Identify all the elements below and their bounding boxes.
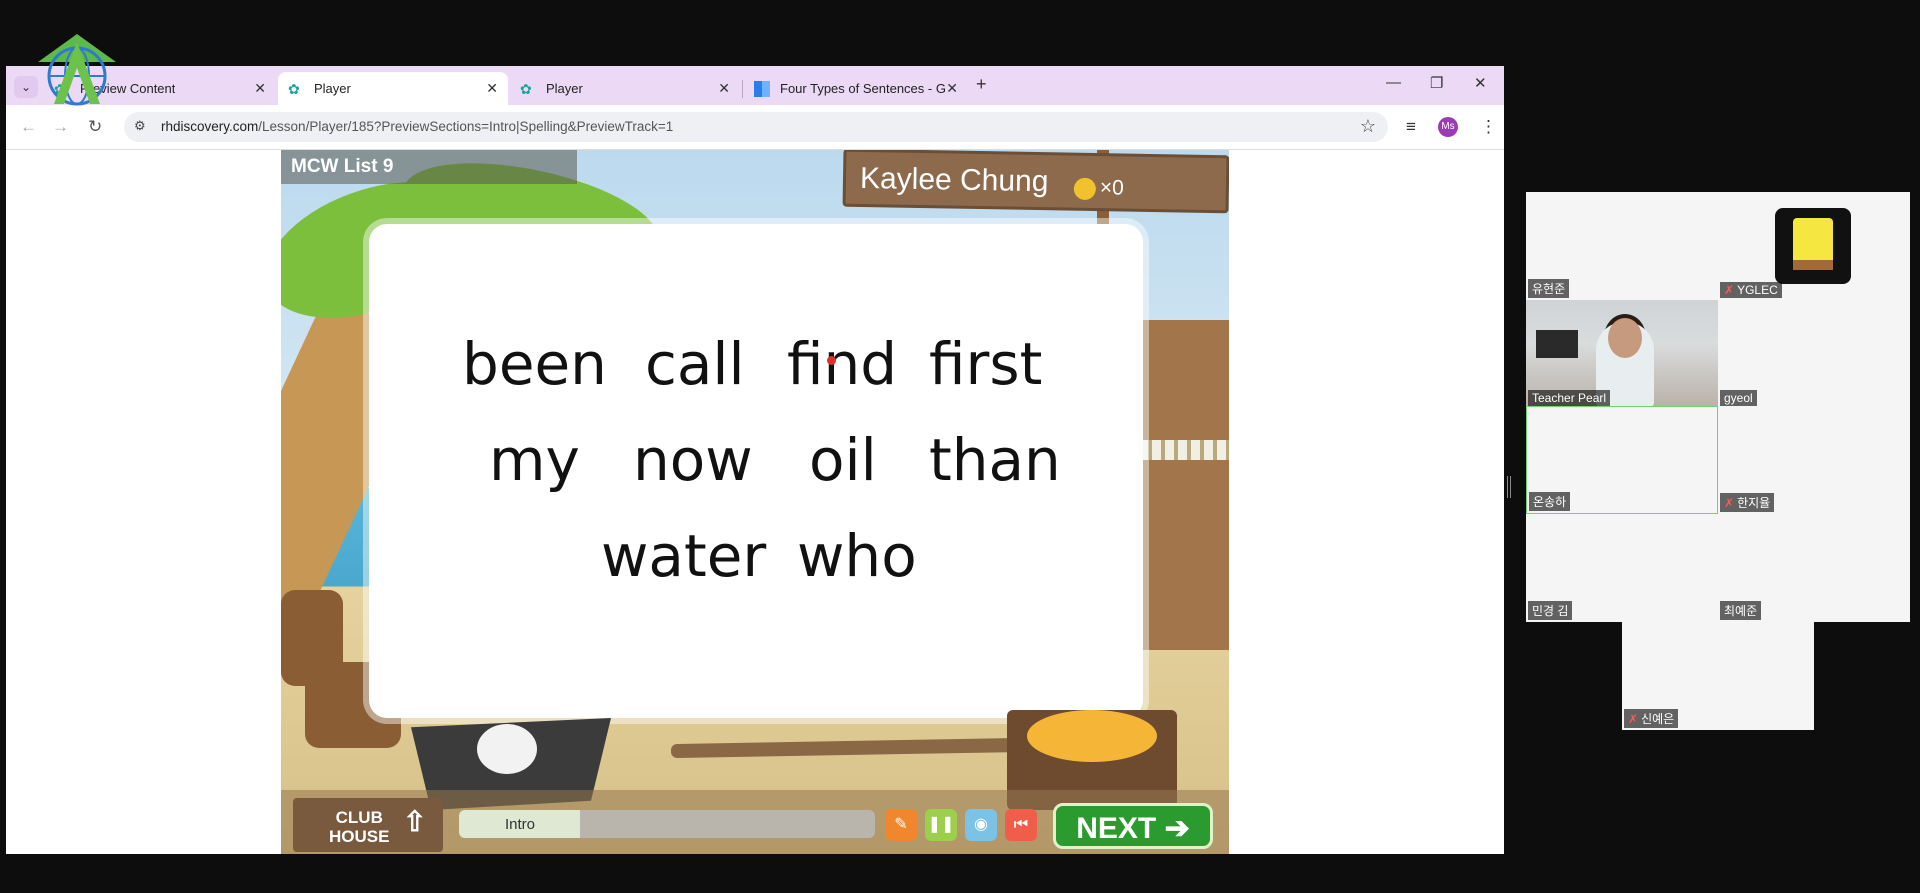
participant-name: 온송하 [1529,492,1571,511]
more-menu-icon[interactable]: ⋮ [1480,117,1497,137]
participant-name: 최예준 [1720,601,1762,620]
clubhouse-button[interactable]: CLUB HOUSE ⇧ [293,798,443,852]
restore-icon[interactable]: ❐ [1430,74,1443,92]
tab-player[interactable]: ✿ Player ✕ [510,72,740,105]
video-tile[interactable]: ✗ 신예은 [1622,622,1814,730]
word-item: my [489,426,580,494]
muted-mic-icon: ✗ [1628,712,1639,726]
video-tile[interactable]: 유현준 [1526,192,1718,300]
word-item: oil [809,426,877,494]
butterfly-icon: ✿ [520,80,532,97]
grid-icon [754,80,770,97]
profile-avatar[interactable]: Ms [1438,117,1458,137]
ship-rail [1139,440,1229,460]
participant-name: ✗ YGLEC [1720,282,1782,298]
tab-strip: ⌄ ✿ Preview Content ✕ ✿ Player ✕ ✿ Playe… [6,66,1504,105]
browser-toolbar: ← → ↻ ⚙ rhdiscovery.com/Lesson/Player/18… [6,105,1504,150]
url-path: /Lesson/Player/185?PreviewSections=Intro… [258,119,674,134]
split-resize-handle[interactable] [1507,476,1511,498]
video-tile-active-speaker[interactable]: 온송하 [1526,406,1718,514]
close-icon[interactable]: ✕ [486,80,498,97]
participant-name: Teacher Pearl [1528,390,1611,406]
word-item: first [929,330,1043,398]
house-arrow-icon: ⇧ [403,806,427,837]
pause-icon[interactable]: ❚❚ [925,809,957,841]
forward-arrow-icon[interactable]: → [52,117,69,137]
participant-name: ✗ 신예은 [1624,709,1679,728]
participant-name: ✗ 한지율 [1720,493,1775,512]
word-item: call [645,330,745,398]
progress-label: Intro [504,816,535,833]
next-label: NEXT [1076,812,1157,845]
coin-icon [1073,177,1097,201]
tab-title: Four Types of Sentences - Grou [780,81,946,96]
site-info-icon[interactable]: ⚙ [134,118,146,134]
tab-four-types-of-sentences[interactable]: Four Types of Sentences - Grou ✕ [744,72,968,105]
video-tile[interactable]: gyeol [1718,300,1910,408]
url-text[interactable]: rhdiscovery.com/Lesson/Player/185?Previe… [161,119,673,134]
tab-title: Player [546,81,583,96]
clubhouse-label: CLUB HOUSE [329,808,390,846]
close-icon[interactable]: ✕ [946,80,958,97]
word-item: who [797,522,917,590]
person-face [1608,318,1642,358]
page-content: MCW List 9 Kaylee Chung ×0 been call fin… [6,150,1504,854]
word-item: water [601,522,767,590]
tv-screen [1536,330,1578,358]
player-name-sign: Kaylee Chung ×0 [842,150,1229,214]
gold-coins [1027,710,1157,762]
butterfly-icon: ✿ [288,80,300,97]
spongebob-avatar [1775,208,1851,284]
media-control-icon[interactable]: ≡ [1406,117,1416,137]
muted-mic-icon: ✗ [1724,283,1735,297]
bookmark-star-icon[interactable]: ☆ [1360,116,1376,137]
video-tile-teacher[interactable]: Teacher Pearl [1526,300,1718,408]
participant-name: 유현준 [1528,279,1570,298]
list-title: MCW List 9 [281,150,577,184]
back-arrow-icon[interactable]: ← [20,117,37,137]
rewind-icon[interactable]: ⏮ [1005,809,1037,841]
audio-icon[interactable]: ◉ [965,809,997,841]
pointer-dot [827,356,836,365]
word-card: been call find first my now oil than wat… [369,224,1143,718]
minimize-icon[interactable]: — [1386,74,1401,91]
video-tile[interactable]: 민경 김 [1526,514,1718,622]
browser-window: ⌄ ✿ Preview Content ✕ ✿ Player ✕ ✿ Playe… [6,66,1504,854]
player-name: Kaylee Chung [859,161,1049,199]
muted-mic-icon: ✗ [1724,496,1735,510]
next-button[interactable]: NEXT ➔ [1053,803,1213,849]
pirate-ship [1139,320,1229,650]
video-tile[interactable]: ✗ 한지율 [1718,406,1910,514]
tab-player-active[interactable]: ✿ Player ✕ [278,72,508,105]
participant-name: gyeol [1720,390,1757,406]
word-item: now [633,426,753,494]
tab-title: Player [314,81,351,96]
video-tile[interactable]: ✗ YGLEC [1718,192,1910,300]
progress-bar[interactable]: Intro [459,810,875,838]
address-bar[interactable]: ⚙ rhdiscovery.com/Lesson/Player/185?Prev… [124,112,1388,142]
skull-icon [477,724,537,774]
window-close-icon[interactable]: ✕ [1474,74,1487,92]
spelling-game: MCW List 9 Kaylee Chung ×0 been call fin… [281,150,1229,854]
word-item: been [462,330,607,398]
coin-count: ×0 [1099,176,1125,200]
participant-name: 민경 김 [1528,601,1573,620]
hint-icon[interactable]: ✎ [885,809,917,841]
reload-icon[interactable]: ↻ [88,117,102,137]
word-item: than [929,426,1061,494]
video-tile[interactable]: 최예준 [1718,514,1910,622]
new-tab-plus-icon[interactable]: + [976,74,987,95]
tab-separator [742,80,743,98]
close-icon[interactable]: ✕ [254,80,266,97]
close-icon[interactable]: ✕ [718,80,730,97]
school-logo [34,32,120,106]
url-domain: rhdiscovery.com [161,119,259,134]
word-item: find [787,330,898,398]
